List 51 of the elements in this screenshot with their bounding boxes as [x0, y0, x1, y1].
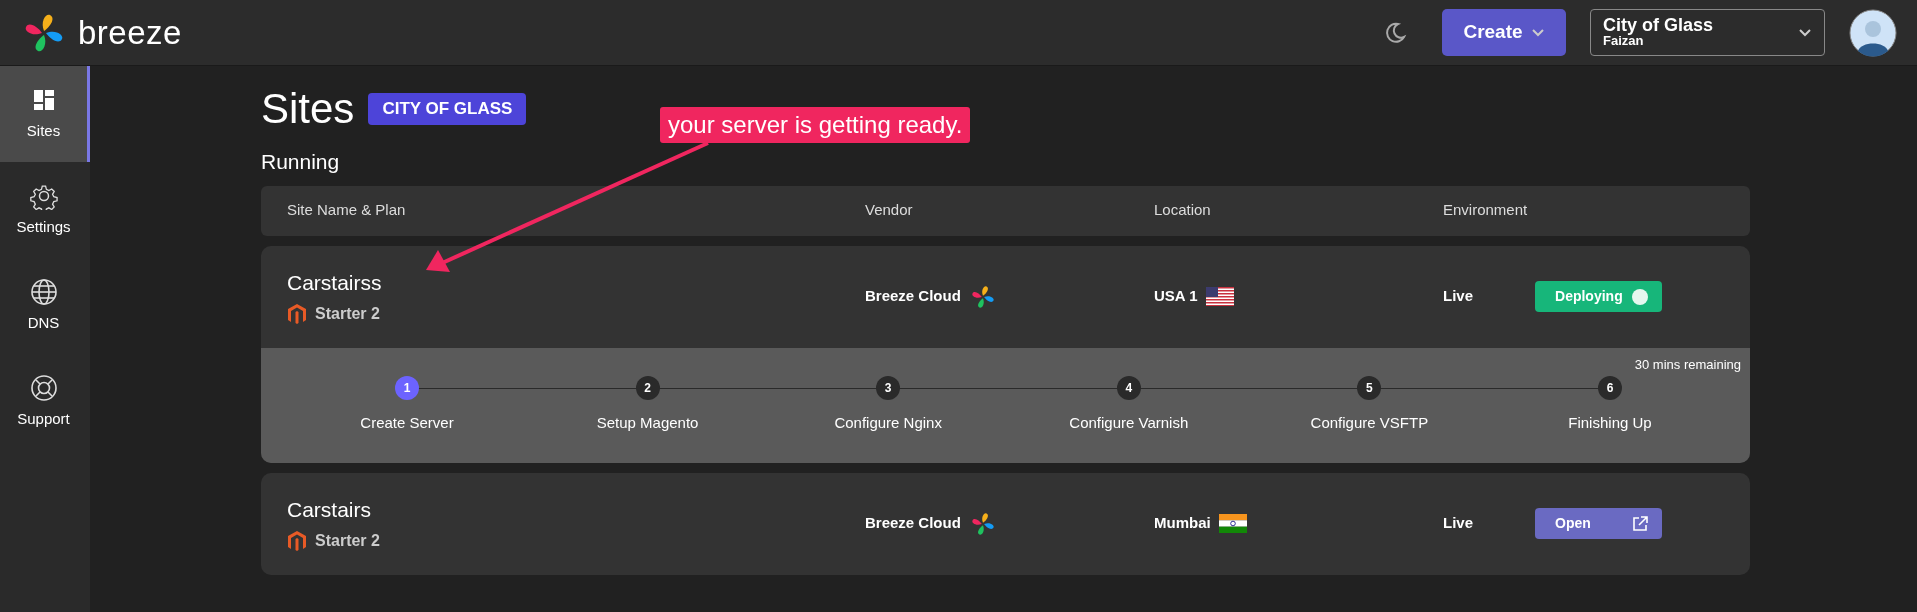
step-label: Configure Varnish: [1069, 412, 1189, 433]
page-title: Sites: [261, 88, 355, 130]
sidebar-item[interactable]: DNS: [0, 258, 90, 354]
organization-badge: CITY OF GLASS: [368, 93, 527, 125]
step-number: 6: [1597, 375, 1622, 400]
step-label: Finishing Up: [1568, 412, 1652, 433]
vendor-name: Breeze Cloud: [865, 513, 961, 534]
column-header: Site Name & Plan: [287, 200, 407, 221]
column-header: Environment: [1443, 200, 1529, 221]
step-label: Setup Magento: [596, 412, 699, 433]
section-title: Running: [261, 149, 341, 175]
organization-select[interactable]: City of Glass Faizan: [1590, 9, 1825, 56]
step-label: Configure Nginx: [834, 412, 942, 433]
step-number: 1: [395, 375, 419, 400]
site-name: Carstairs: [287, 496, 372, 523]
magento-icon: [287, 303, 307, 326]
step-number: 5: [1357, 375, 1382, 400]
step-label: Create Server: [360, 412, 454, 433]
globe-icon: [29, 277, 58, 306]
create-button[interactable]: Create: [1442, 9, 1566, 56]
india-flag-icon: [1218, 514, 1247, 533]
open-button[interactable]: Open: [1535, 508, 1662, 539]
step-number: 2: [635, 375, 660, 400]
plan-name: Starter 2: [315, 304, 380, 325]
step-label: Configure VSFTP: [1310, 412, 1429, 433]
vendor-name: Breeze Cloud: [865, 286, 961, 307]
sidebar-item[interactable]: Sites: [0, 66, 90, 162]
us-flag-icon: [1205, 287, 1234, 306]
annotation-label: your server is getting ready.: [660, 107, 971, 143]
location-name: USA 1: [1154, 286, 1198, 307]
toggle-knob-icon: [1632, 288, 1648, 305]
column-header: Location: [1154, 200, 1212, 221]
magento-icon: [287, 530, 307, 553]
chevron-down-icon: [1530, 27, 1545, 38]
lifebuoy-icon: [29, 373, 58, 402]
column-header: Vendor: [865, 200, 914, 221]
sidebar-item[interactable]: Settings: [0, 162, 90, 258]
plan-name: Starter 2: [315, 531, 380, 552]
environment-name: Live: [1443, 513, 1473, 534]
time-remaining: 30 mins remaining: [1634, 355, 1741, 374]
location-name: Mumbai: [1154, 513, 1211, 534]
chevron-down-icon: [1798, 27, 1812, 38]
step-number: 3: [876, 375, 901, 400]
brand-name: breeze: [78, 12, 182, 53]
environment-name: Live: [1443, 286, 1473, 307]
sidebar-item[interactable]: Support: [0, 354, 90, 450]
external-link-icon: [1632, 515, 1648, 532]
avatar-icon[interactable]: [1849, 8, 1897, 57]
step-number: 4: [1116, 375, 1141, 400]
moon-icon[interactable]: [1383, 20, 1407, 45]
site-name: Carstairss: [287, 269, 383, 296]
